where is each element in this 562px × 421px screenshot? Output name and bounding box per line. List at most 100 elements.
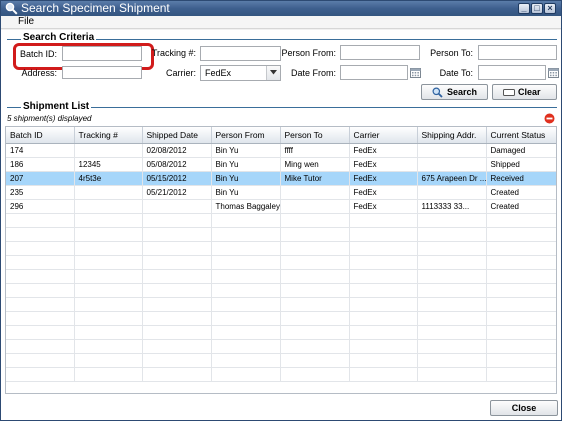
cell-person-to <box>280 199 350 214</box>
empty-cell <box>280 255 350 270</box>
column-header-shipping-addr[interactable]: Shipping Addr. <box>417 127 487 144</box>
menu-file[interactable]: File <box>18 16 34 28</box>
clear-button-label: Clear <box>518 87 541 97</box>
column-header-tracking[interactable]: Tracking # <box>74 127 143 144</box>
empty-cell <box>74 283 143 298</box>
calendar-icon[interactable] <box>410 67 421 78</box>
cell-person-to <box>280 185 350 200</box>
empty-cell <box>6 339 75 354</box>
remove-icon[interactable] <box>544 113 555 124</box>
cell-batch-id: 235 <box>6 185 75 200</box>
empty-cell <box>74 297 143 312</box>
date-from-input[interactable] <box>340 65 408 80</box>
carrier-select[interactable]: FedEx <box>200 65 281 81</box>
table-row[interactable]: 207 4r5t3e 05/15/2012 Bin Yu Mike Tutor FedEx… <box>6 171 556 186</box>
cell-tracking: 4r5t3e <box>74 171 143 186</box>
empty-cell <box>280 213 350 228</box>
table-row[interactable]: 174 02/08/2012 Bin Yu ffff FedEx Damaged <box>6 143 556 158</box>
date-to-label: Date To: <box>439 68 473 78</box>
cell-shipped-date: 05/21/2012 <box>142 185 212 200</box>
empty-cell <box>6 283 75 298</box>
empty-cell <box>142 269 212 284</box>
table-header-row: Batch ID Tracking # Shipped Date Person … <box>6 127 556 144</box>
empty-cell <box>417 367 487 382</box>
carrier-label: Carrier: <box>165 68 196 78</box>
batch-id-input[interactable] <box>62 46 142 61</box>
column-header-person-from[interactable]: Person From <box>211 127 281 144</box>
address-input[interactable] <box>62 66 142 79</box>
empty-table-row <box>6 353 556 368</box>
column-header-shipped-date[interactable]: Shipped Date <box>142 127 212 144</box>
empty-cell <box>6 325 75 340</box>
empty-table-row <box>6 367 556 382</box>
empty-table-row <box>6 283 556 298</box>
empty-table-row <box>6 227 556 242</box>
empty-cell <box>417 241 487 256</box>
empty-cell <box>6 227 75 242</box>
empty-cell <box>280 339 350 354</box>
empty-cell <box>142 227 212 242</box>
empty-cell <box>486 283 556 298</box>
empty-cell <box>74 367 143 382</box>
empty-cell <box>6 311 75 326</box>
minimize-button[interactable]: _ <box>518 3 530 14</box>
cell-carrier: FedEx <box>349 199 418 214</box>
table-row[interactable]: 186 12345 05/08/2012 Bin Yu Ming wen FedEx Shi… <box>6 157 556 172</box>
title-bar[interactable]: Search Specimen Shipment _ □ × <box>1 1 561 16</box>
empty-cell <box>486 227 556 242</box>
person-from-input[interactable] <box>340 45 420 60</box>
column-header-carrier[interactable]: Carrier <box>349 127 418 144</box>
cell-shipping-addr: 675 Arapeen Dr ... <box>417 171 487 186</box>
maximize-button[interactable]: □ <box>531 3 543 14</box>
column-header-batch-id[interactable]: Batch ID <box>6 127 75 144</box>
empty-cell <box>6 353 75 368</box>
cell-shipped-date: 05/15/2012 <box>142 171 212 186</box>
empty-cell <box>349 367 418 382</box>
empty-cell <box>486 339 556 354</box>
cell-batch-id: 186 <box>6 157 75 172</box>
empty-cell <box>142 297 212 312</box>
main-content: Search Criteria Batch ID: Address: Track… <box>1 30 561 420</box>
date-to-input[interactable] <box>478 65 546 80</box>
empty-cell <box>349 311 418 326</box>
empty-cell <box>142 213 212 228</box>
empty-cell <box>486 367 556 382</box>
search-button[interactable]: Search <box>421 84 488 100</box>
table-row[interactable]: 296 Thomas Baggaley FedEx 1113333 33... Crea… <box>6 199 556 214</box>
cell-current-status: Received <box>486 171 556 186</box>
address-label: Address: <box>21 68 57 78</box>
close-window-button[interactable]: × <box>544 3 556 14</box>
empty-cell <box>486 213 556 228</box>
empty-table-row <box>6 311 556 326</box>
empty-cell <box>74 339 143 354</box>
empty-cell <box>417 297 487 312</box>
person-to-label: Person To: <box>430 48 473 58</box>
empty-cell <box>486 325 556 340</box>
empty-cell <box>486 353 556 368</box>
empty-cell <box>142 241 212 256</box>
close-button[interactable]: Close <box>490 400 558 416</box>
cell-current-status: Created <box>486 199 556 214</box>
cell-shipped-date: 05/08/2012 <box>142 157 212 172</box>
column-header-person-to[interactable]: Person To <box>280 127 350 144</box>
cell-person-from: Thomas Baggaley <box>211 199 281 214</box>
empty-table-row <box>6 255 556 270</box>
search-criteria-title: Search Criteria <box>21 32 97 43</box>
empty-cell <box>211 339 281 354</box>
calendar-icon[interactable] <box>548 67 559 78</box>
cell-carrier: FedEx <box>349 185 418 200</box>
empty-cell <box>142 367 212 382</box>
empty-cell <box>417 339 487 354</box>
tracking-input[interactable] <box>200 46 281 61</box>
table-row[interactable]: 235 05/21/2012 Bin Yu FedEx Created <box>6 185 556 200</box>
cell-person-to: Ming wen <box>280 157 350 172</box>
cell-shipping-addr <box>417 185 487 200</box>
column-header-current-status[interactable]: Current Status <box>486 127 556 144</box>
empty-cell <box>74 325 143 340</box>
empty-cell <box>349 297 418 312</box>
empty-cell <box>211 297 281 312</box>
empty-cell <box>349 255 418 270</box>
empty-cell <box>142 353 212 368</box>
person-to-input[interactable] <box>478 45 557 60</box>
clear-button[interactable]: Clear <box>492 84 557 100</box>
